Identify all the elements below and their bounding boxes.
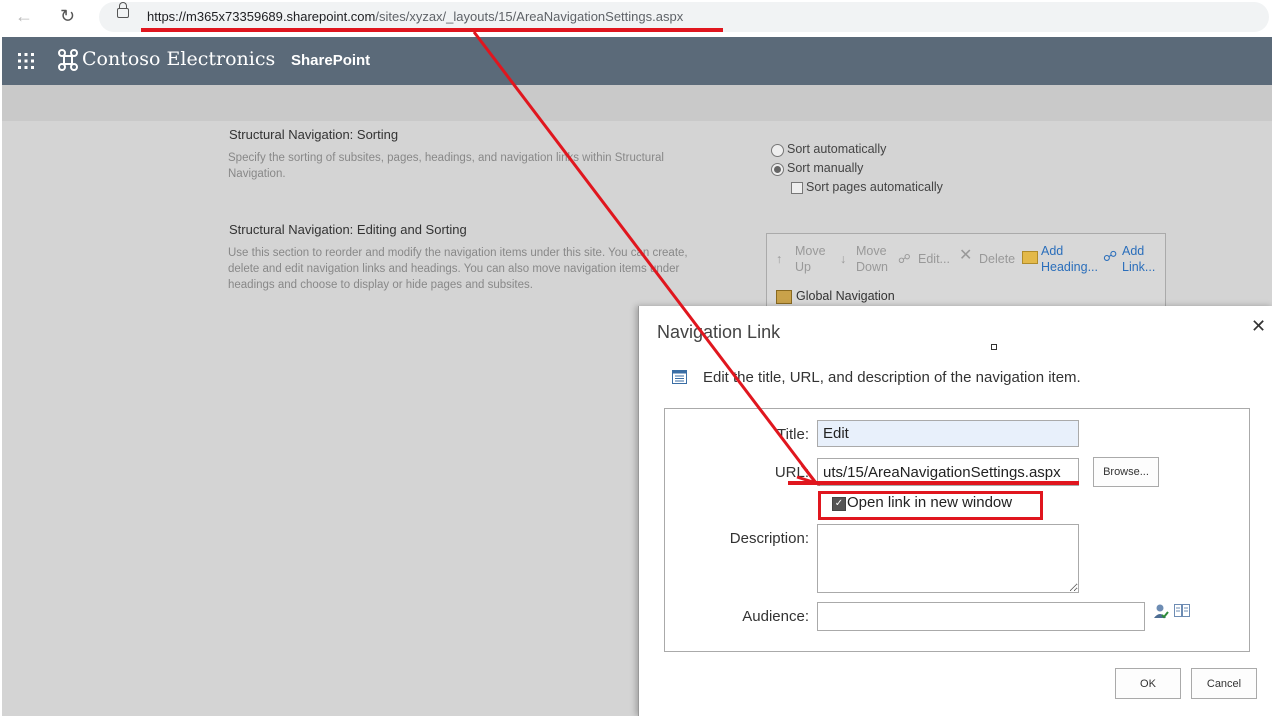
annotation-arrow bbox=[472, 31, 821, 486]
